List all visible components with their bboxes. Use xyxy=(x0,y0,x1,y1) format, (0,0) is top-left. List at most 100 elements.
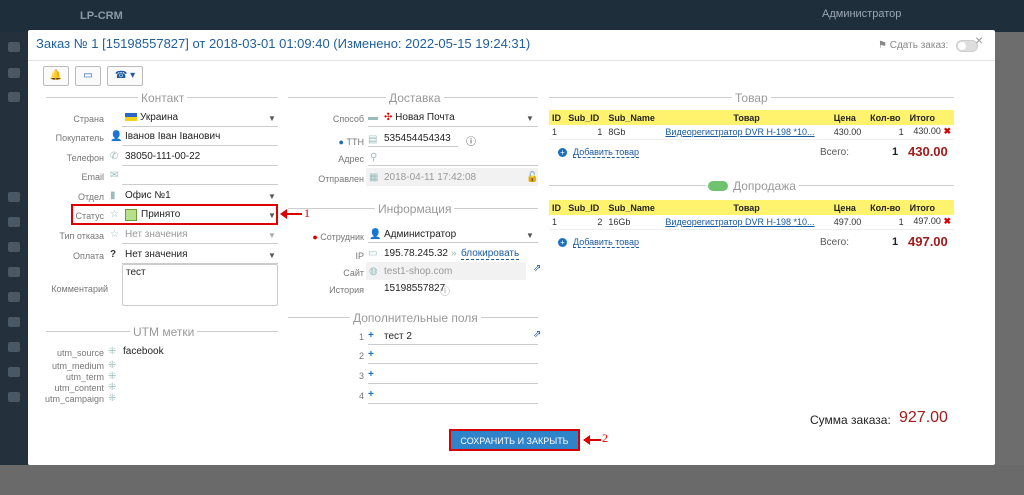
info-title: Информация xyxy=(375,202,455,216)
sidebar-stats-icon[interactable] xyxy=(8,317,20,327)
cell-qty: 1 xyxy=(867,125,907,140)
alert-icon: ● xyxy=(312,232,318,242)
status-select[interactable]: Принято xyxy=(141,209,180,220)
remove-icon[interactable]: ✖ xyxy=(943,126,951,136)
map-marker-icon: ⚲ xyxy=(370,152,378,163)
utm-medium-label: utm_medium xyxy=(51,361,104,371)
external-link-icon[interactable]: ⇗ xyxy=(533,263,541,274)
col-sub-id: Sub_ID xyxy=(565,200,606,215)
close-icon[interactable]: × xyxy=(975,32,983,48)
chevron-down-icon: ▼ xyxy=(526,231,534,240)
extra-field-1[interactable]: тест 2 xyxy=(384,331,412,342)
address-label: Адрес xyxy=(338,154,364,164)
cell-total: 430.00 ✖ xyxy=(906,125,954,140)
bell-icon: 🔔 xyxy=(49,70,63,81)
extra-field-4[interactable] xyxy=(368,403,538,404)
refusal-select[interactable]: Нет значения xyxy=(125,229,188,240)
sidebar-info-icon[interactable] xyxy=(8,367,20,377)
dept-select[interactable]: Офис №1 xyxy=(125,190,171,201)
sidebar-card-icon[interactable] xyxy=(8,92,20,102)
goods-sum-total: 430.00 xyxy=(908,144,948,159)
extra-field-2[interactable] xyxy=(368,363,538,364)
lock-icon[interactable]: 🔓 xyxy=(526,172,538,183)
email-label: Email xyxy=(81,172,104,182)
annotation-2: 2 xyxy=(602,431,608,445)
external-link-icon[interactable]: ⇗ xyxy=(533,329,541,340)
sent-value: 2018-04-11 17:42:08 xyxy=(384,172,477,183)
tag-icon: ⁜ xyxy=(108,360,117,371)
notification-button[interactable]: 🔔 xyxy=(43,66,69,86)
admin-menu[interactable]: Администратор xyxy=(822,8,901,20)
info-circle-icon[interactable]: ⓘ xyxy=(466,133,476,148)
col-total: Итого xyxy=(906,110,954,125)
col-qty: Кол-во xyxy=(867,110,907,125)
phone-field[interactable]: 38050-111-00-22 xyxy=(125,151,200,162)
remove-icon[interactable]: ✖ xyxy=(943,216,951,226)
sent-label: Отправлен xyxy=(318,174,364,184)
extra-index-4: 4 xyxy=(358,391,364,401)
col-sub-id: Sub_ID xyxy=(565,110,606,125)
chevron-down-icon: ▼ xyxy=(268,251,276,260)
contact-title: Контакт xyxy=(138,91,188,105)
extra-field-3[interactable] xyxy=(368,383,538,384)
utm-content-label: utm_content xyxy=(54,383,104,393)
ip-label: IP xyxy=(355,251,364,261)
extra-title: Дополнительные поля xyxy=(350,311,481,325)
person-icon: 👤 xyxy=(369,229,382,240)
chevron-down-icon: ▼ xyxy=(268,231,276,240)
payment-select[interactable]: Нет значения xyxy=(125,249,188,260)
info-circle-icon[interactable]: ⓘ xyxy=(440,283,450,298)
add-item-icon: + xyxy=(558,238,567,247)
sidebar-settings-icon[interactable] xyxy=(8,342,20,352)
phone-icon: ✆ xyxy=(110,151,119,162)
plus-icon[interactable]: + xyxy=(368,389,374,400)
app-logo: LP-CRM xyxy=(80,10,123,22)
utm-title: UTM метки xyxy=(130,325,198,339)
annotation-arrow-2 xyxy=(583,435,601,445)
col-id: ID xyxy=(549,200,566,215)
chevron-down-icon: ▼ xyxy=(268,211,276,220)
sidebar-cart-icon[interactable] xyxy=(8,192,20,202)
country-select[interactable]: Украина xyxy=(125,112,178,123)
tag-icon: ⁜ xyxy=(108,346,117,357)
email-field[interactable] xyxy=(122,184,278,185)
phone-icon: ☎ ▾ xyxy=(114,70,136,81)
sidebar-help-icon[interactable] xyxy=(8,392,20,402)
sidebar-monitor-icon[interactable] xyxy=(8,42,20,52)
header-divider xyxy=(28,60,995,61)
table-row: 1 1 8Gb Видеорегистратор DVR H-198 *10..… xyxy=(549,125,954,140)
cell-item-link[interactable]: Видеорегистратор DVR H-198 *10... xyxy=(662,125,831,140)
plus-icon[interactable]: + xyxy=(368,369,374,380)
col-item: Товар xyxy=(662,200,831,215)
buyer-field[interactable]: Іванов Іван Іванович xyxy=(125,131,220,142)
add-item-link[interactable]: Добавить товар xyxy=(573,147,639,158)
method-label: Способ xyxy=(332,114,364,124)
save-close-button[interactable]: СОХРАНИТЬ И ЗАКРЫТЬ xyxy=(449,429,580,451)
sidebar-gift-icon[interactable] xyxy=(8,68,20,78)
country-label: Страна xyxy=(73,114,104,124)
window-button[interactable]: ▭ xyxy=(75,66,101,86)
sidebar-users-icon[interactable] xyxy=(8,242,20,252)
employee-select[interactable]: Администратор xyxy=(384,229,456,240)
cell-sub-name: 16Gb xyxy=(605,215,663,230)
cell-total: 497.00 ✖ xyxy=(906,215,954,230)
sidebar-truck-icon[interactable] xyxy=(8,217,20,227)
plus-icon[interactable]: + xyxy=(368,349,374,360)
ttn-field[interactable]: 535454454343 xyxy=(384,133,451,144)
upsell-toggle[interactable] xyxy=(708,181,728,191)
add-upsell-link[interactable]: Добавить товар xyxy=(573,237,639,248)
address-field[interactable] xyxy=(368,165,538,166)
extra-index-2: 2 xyxy=(358,351,364,361)
chevron-down-icon: ▼ xyxy=(526,114,534,123)
star-icon: ☆ xyxy=(110,229,119,240)
sidebar-chart-icon[interactable] xyxy=(8,292,20,302)
cell-item-link[interactable]: Видеорегистратор DVR H-198 *10... xyxy=(662,215,831,230)
delivery-title: Доставка xyxy=(386,91,444,105)
status-color-swatch xyxy=(125,209,137,221)
sidebar-phone-icon[interactable] xyxy=(8,267,20,277)
method-select[interactable]: ✣ Новая Почта xyxy=(384,112,455,123)
plus-icon[interactable]: + xyxy=(368,330,374,341)
call-dropdown-button[interactable]: ☎ ▾ xyxy=(107,66,143,86)
block-ip-link[interactable]: блокировать xyxy=(461,248,520,260)
status-label: Статус xyxy=(75,211,104,221)
